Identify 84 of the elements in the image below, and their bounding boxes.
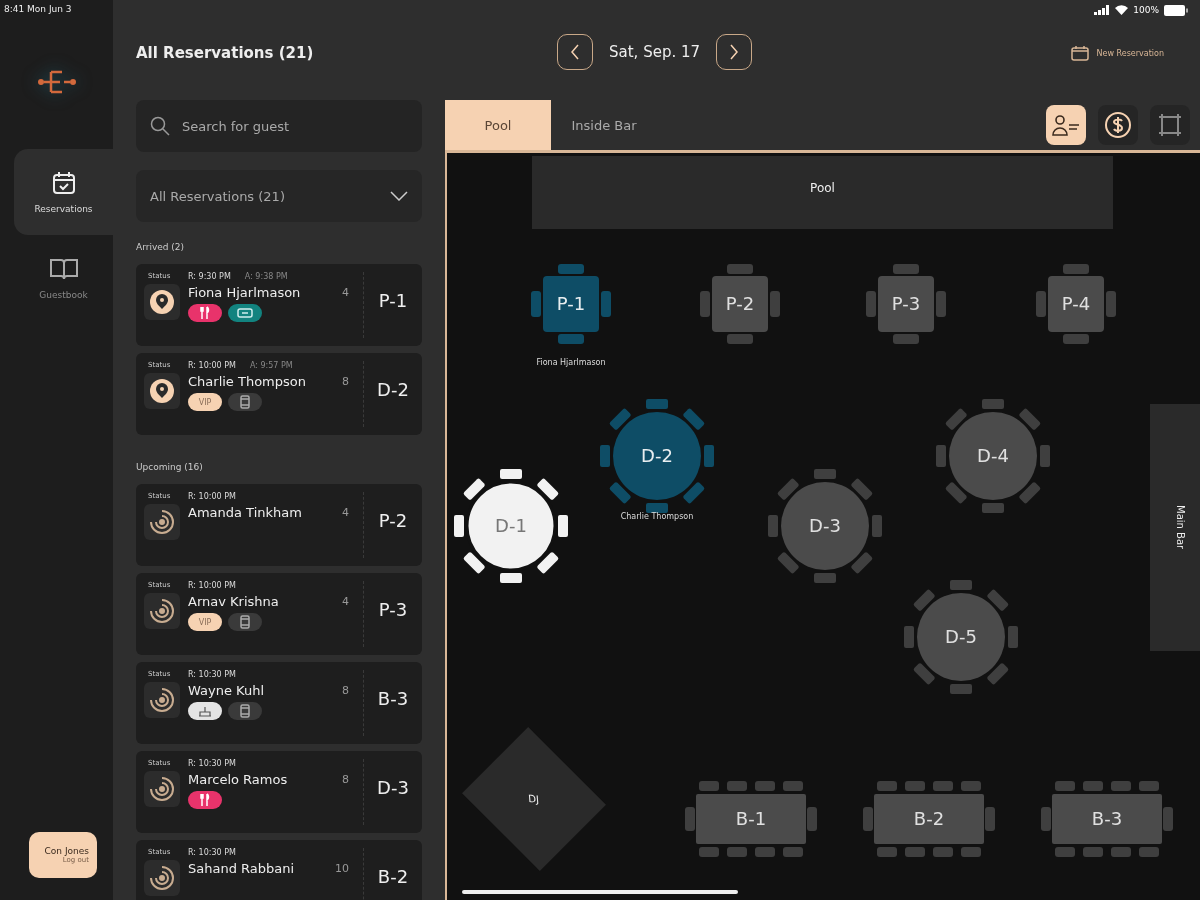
dj-booth: DJ: [462, 727, 606, 871]
reserved-time: R: 10:00 PM: [188, 581, 236, 590]
table-number: D-3: [376, 775, 410, 800]
avatar-icon: [144, 284, 180, 320]
calendar-icon: [50, 170, 77, 196]
party-size: 8: [342, 375, 349, 388]
reserved-time: R: 10:00 PM: [188, 361, 236, 370]
floor-tab[interactable]: Pool: [445, 100, 551, 150]
reserved-time: R: 9:30 PM: [188, 272, 231, 281]
avatar-icon: [144, 860, 180, 896]
avatar-icon: [144, 373, 180, 409]
search-icon: [150, 116, 170, 136]
toolbar-button[interactable]: [1098, 105, 1138, 145]
table-number: P-3: [377, 597, 409, 622]
search-field[interactable]: Search for guest: [136, 100, 422, 152]
ticket-icon: [237, 308, 253, 318]
party-size: 4: [342, 286, 349, 299]
table[interactable]: P-2: [680, 244, 800, 364]
table[interactable]: P-3: [846, 244, 966, 364]
chevron-right-icon: [729, 44, 740, 60]
phone-icon: [240, 704, 250, 718]
next-day-button[interactable]: [716, 34, 753, 70]
party-size: 8: [342, 773, 349, 786]
reserved-time: R: 10:00 PM: [188, 492, 236, 501]
section-heading: Arrived (2): [136, 241, 186, 254]
nav-item[interactable]: Guestbook: [14, 235, 113, 321]
guest-name: Marcelo Ramos: [188, 772, 288, 787]
guest-name: Fiona Hjarlmason: [188, 285, 301, 300]
arrival-time: A: 9:38 PM: [244, 272, 288, 281]
phone-icon: [240, 395, 250, 409]
phone-icon: [240, 615, 250, 629]
party-size: 10: [335, 862, 349, 875]
avatar-icon: [144, 504, 180, 540]
party-size: 4: [342, 506, 349, 519]
guest-list-icon: [1052, 114, 1080, 136]
previous-day-button[interactable]: [557, 34, 593, 70]
table-number: B-2: [376, 864, 410, 889]
page-title: All Reservations (21): [136, 44, 314, 62]
avatar-icon: [144, 593, 180, 629]
reserved-time: R: 10:30 PM: [188, 848, 236, 857]
arrival-time: A: 9:57 PM: [249, 361, 293, 370]
status-time: 8:41 Mon Jun 3: [3, 3, 73, 14]
new-reservation-button[interactable]: New Reservation: [1064, 44, 1170, 62]
guest-name: Wayne Kuhl: [188, 683, 265, 698]
nav-item[interactable]: Reservations: [14, 149, 113, 235]
table-number: P-1: [377, 288, 409, 313]
battery-icon: [1164, 4, 1188, 16]
avatar-icon: [144, 771, 180, 807]
reserved-time: R: 10:30 PM: [188, 759, 236, 768]
wifi-icon: [1115, 5, 1129, 15]
reserved-time: R: 10:30 PM: [188, 670, 236, 679]
vip-tag: VIP: [188, 613, 222, 631]
table-number: P-2: [377, 508, 409, 533]
chevron-down-icon: [390, 191, 408, 201]
toolbar-button[interactable]: [1150, 105, 1190, 145]
frame-icon: [1157, 112, 1183, 138]
dollar-icon: [1104, 111, 1132, 139]
guest-name: Arnav Krishna: [188, 594, 279, 609]
current-date: Sat, Sep. 17: [609, 43, 701, 61]
toolbar-button[interactable]: [1046, 105, 1086, 145]
guest-name: Sahand Rabbani: [188, 861, 295, 876]
avatar-icon: [144, 682, 180, 718]
utensils-icon: [200, 793, 210, 807]
floor-tab[interactable]: Inside Bar: [551, 100, 657, 150]
cake-icon: [198, 705, 212, 717]
calendar-icon: [1070, 45, 1089, 61]
table-guest-name: Fiona Hjarlmason: [536, 358, 606, 367]
utensils-icon: [200, 306, 210, 320]
party-size: 4: [342, 595, 349, 608]
book-icon: [48, 256, 79, 282]
guest-name: Charlie Thompson: [188, 374, 306, 389]
chevron-left-icon: [570, 44, 580, 60]
pool-area: Pool: [532, 156, 1113, 229]
vip-tag: VIP: [188, 393, 222, 411]
table-number: B-3: [376, 686, 410, 711]
party-size: 8: [342, 684, 349, 697]
table[interactable]: P-4: [1016, 244, 1136, 364]
section-heading: Upcoming (16): [136, 461, 204, 474]
battery-percent: 100%: [1133, 5, 1159, 15]
table-number: D-2: [376, 377, 410, 402]
guest-name: Amanda Tinkham: [188, 505, 302, 520]
main-bar: Main Bar: [1150, 404, 1200, 651]
filter-dropdown[interactable]: All Reservations (21): [136, 170, 422, 222]
signal-icon: [1094, 5, 1111, 15]
